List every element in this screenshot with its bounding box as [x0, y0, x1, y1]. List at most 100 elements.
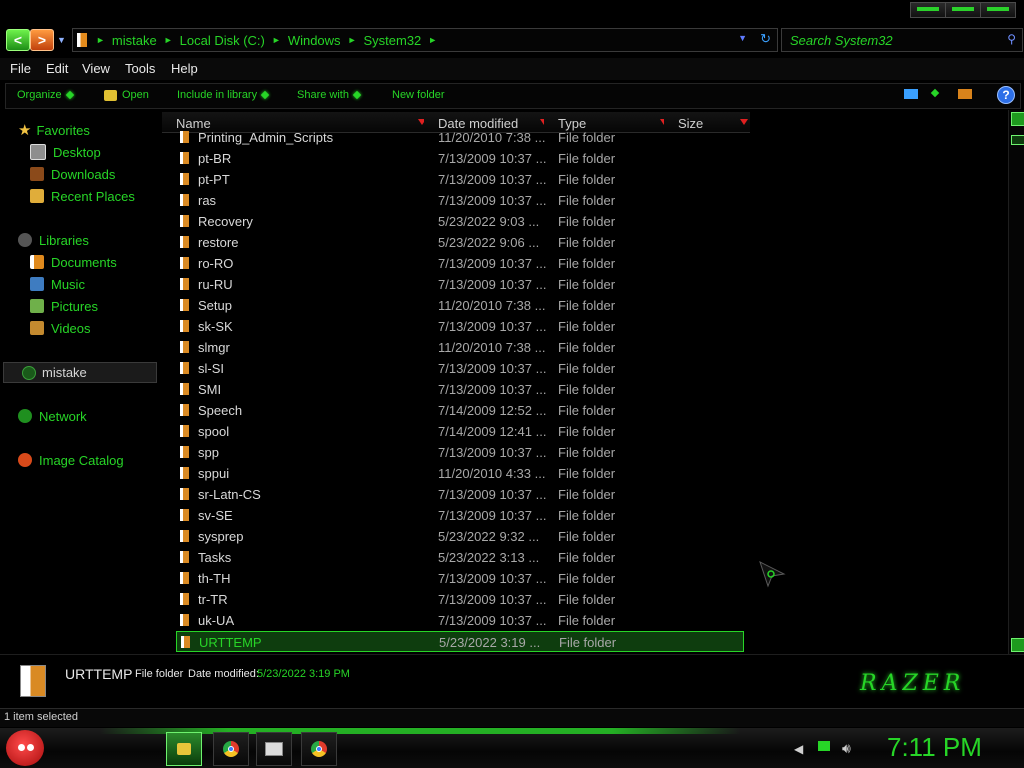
desktop-icon: [30, 144, 46, 160]
vertical-scrollbar[interactable]: [1008, 110, 1024, 654]
file-row[interactable]: Printing_Admin_Scripts 11/20/2010 7:38 ..…: [176, 127, 744, 148]
folder-icon: [180, 257, 189, 269]
taskbar-chrome-button[interactable]: [213, 732, 249, 766]
chevron-right-icon[interactable]: ►: [96, 35, 105, 45]
sidebar-libraries[interactable]: Libraries: [18, 230, 89, 250]
file-row[interactable]: sk-SK 7/13/2009 10:37 ... File folder: [176, 316, 744, 337]
file-row[interactable]: Setup 11/20/2010 7:38 ... File folder: [176, 295, 744, 316]
file-row[interactable]: SMI 7/13/2009 10:37 ... File folder: [176, 379, 744, 400]
view-options-gem-icon[interactable]: [930, 88, 940, 98]
file-row[interactable]: ras 7/13/2009 10:37 ... File folder: [176, 190, 744, 211]
file-row[interactable]: pt-BR 7/13/2009 10:37 ... File folder: [176, 148, 744, 169]
menu-tools[interactable]: Tools: [125, 61, 155, 76]
sidebar-item-desktop[interactable]: Desktop: [30, 142, 101, 162]
scroll-up-button[interactable]: [1011, 112, 1024, 126]
folder-icon: [180, 572, 189, 584]
refresh-icon[interactable]: ↻: [760, 31, 771, 47]
sidebar-item-music[interactable]: Music: [30, 274, 85, 294]
share-with-button[interactable]: Share with: [297, 89, 362, 101]
recent-pages-dropdown-icon[interactable]: ▼: [57, 35, 66, 45]
search-input[interactable]: Search System32: [790, 33, 893, 48]
network-tray-icon[interactable]: [818, 741, 830, 751]
sidebar-item-pictures[interactable]: Pictures: [30, 296, 98, 316]
chevron-right-icon[interactable]: ►: [272, 35, 281, 45]
file-row[interactable]: pt-PT 7/13/2009 10:37 ... File folder: [176, 169, 744, 190]
file-row[interactable]: Tasks 5/23/2022 3:13 ... File folder: [176, 547, 744, 568]
file-row[interactable]: sppui 11/20/2010 4:33 ... File folder: [176, 463, 744, 484]
file-row[interactable]: ro-RO 7/13/2009 10:37 ... File folder: [176, 253, 744, 274]
file-row[interactable]: uk-UA 7/13/2009 10:37 ... File folder: [176, 610, 744, 631]
include-in-library-button[interactable]: Include in library: [177, 89, 270, 101]
menu-help[interactable]: Help: [171, 61, 198, 76]
taskbar-explorer-button[interactable]: [166, 732, 202, 766]
maximize-button[interactable]: [946, 3, 981, 17]
volume-icon[interactable]: 🔊︎: [842, 740, 851, 757]
file-row[interactable]: sr-Latn-CS 7/13/2009 10:37 ... File folder: [176, 484, 744, 505]
start-button[interactable]: [6, 730, 44, 766]
image-catalog-icon: [18, 453, 32, 467]
sidebar-item-downloads[interactable]: Downloads: [30, 164, 115, 184]
pictures-icon: [30, 299, 44, 313]
breadcrumb-mistake[interactable]: mistake: [112, 33, 157, 48]
sidebar-item-videos[interactable]: Videos: [30, 318, 91, 338]
sidebar-item-recent-places[interactable]: Recent Places: [30, 186, 135, 206]
sidebar-image-catalog[interactable]: Image Catalog: [18, 450, 124, 470]
sidebar-item-homegroup[interactable]: mistake: [3, 362, 157, 383]
file-row[interactable]: Speech 7/14/2009 12:52 ... File folder: [176, 400, 744, 421]
chevron-right-icon[interactable]: ►: [428, 35, 437, 45]
help-icon[interactable]: ?: [997, 86, 1015, 104]
homegroup-icon: [22, 365, 36, 380]
window-top-strip: [0, 0, 1024, 28]
file-row[interactable]: Recovery 5/23/2022 9:03 ... File folder: [176, 211, 744, 232]
menu-view[interactable]: View: [82, 61, 110, 76]
clock[interactable]: 7:11 PM: [887, 732, 982, 763]
recent-places-icon: [30, 189, 44, 203]
razer-logo: RAZER: [860, 671, 966, 696]
breadcrumb-windows[interactable]: Windows: [288, 33, 341, 48]
column-filter-icon[interactable]: [740, 119, 748, 125]
breadcrumb-system32[interactable]: System32: [363, 33, 421, 48]
scroll-down-button[interactable]: [1011, 638, 1024, 652]
sidebar-network[interactable]: Network: [18, 406, 87, 426]
file-type: File folder: [558, 613, 616, 628]
file-row[interactable]: sysprep 5/23/2022 9:32 ... File folder: [176, 526, 744, 547]
file-name: Recovery: [198, 214, 253, 229]
file-row[interactable]: sl-SI 7/13/2009 10:37 ... File folder: [176, 358, 744, 379]
scroll-thumb[interactable]: [1011, 135, 1024, 145]
minimize-button[interactable]: [911, 3, 946, 17]
close-button[interactable]: [981, 3, 1015, 17]
details-date-value: 5/23/2022 3:19 PM: [257, 668, 350, 680]
sidebar-favorites[interactable]: ★ Favorites: [18, 120, 90, 140]
file-row[interactable]: sv-SE 7/13/2009 10:37 ... File folder: [176, 505, 744, 526]
organize-button[interactable]: Organize: [17, 89, 74, 101]
menu-edit[interactable]: Edit: [46, 61, 68, 76]
file-row[interactable]: spool 7/14/2009 12:41 ... File folder: [176, 421, 744, 442]
change-view-icon[interactable]: [904, 89, 918, 99]
file-name: Tasks: [198, 550, 232, 565]
address-bar[interactable]: ► mistake ► Local Disk (C:) ► Windows ► …: [72, 28, 778, 52]
menu-file[interactable]: File: [10, 61, 31, 76]
file-row[interactable]: URTTEMP 5/23/2022 3:19 ... File folder: [176, 631, 744, 652]
chevron-right-icon[interactable]: ►: [348, 35, 357, 45]
preview-pane-icon[interactable]: [958, 89, 972, 99]
file-row[interactable]: ru-RU 7/13/2009 10:37 ... File folder: [176, 274, 744, 295]
search-box[interactable]: Search System32 ⚲: [781, 28, 1023, 52]
back-button[interactable]: <: [6, 29, 30, 51]
taskbar-chrome-button[interactable]: [301, 732, 337, 766]
sidebar-item-documents[interactable]: Documents: [30, 252, 117, 272]
show-hidden-icons-icon[interactable]: ◀: [794, 742, 803, 756]
sidebar-item-label: Documents: [51, 254, 117, 270]
file-row[interactable]: th-TH 7/13/2009 10:37 ... File folder: [176, 568, 744, 589]
search-icon[interactable]: ⚲: [1007, 32, 1016, 46]
file-row[interactable]: tr-TR 7/13/2009 10:37 ... File folder: [176, 589, 744, 610]
address-history-dropdown-icon[interactable]: ▼: [738, 33, 747, 43]
open-button[interactable]: Open: [104, 89, 149, 101]
chevron-right-icon[interactable]: ►: [164, 35, 173, 45]
file-row[interactable]: restore 5/23/2022 9:06 ... File folder: [176, 232, 744, 253]
file-row[interactable]: spp 7/13/2009 10:37 ... File folder: [176, 442, 744, 463]
breadcrumb-local-disk[interactable]: Local Disk (C:): [180, 33, 265, 48]
forward-button[interactable]: >: [30, 29, 54, 51]
taskbar-window-button[interactable]: [256, 732, 292, 766]
file-row[interactable]: slmgr 11/20/2010 7:38 ... File folder: [176, 337, 744, 358]
new-folder-button[interactable]: New folder: [392, 89, 445, 101]
